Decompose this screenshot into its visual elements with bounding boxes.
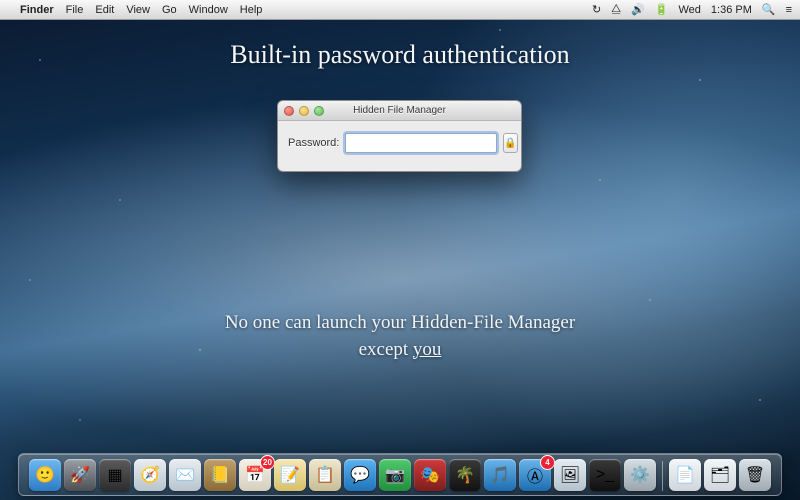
desktop: Finder File Edit View Go Window Help ↻ ⧋… xyxy=(0,0,800,500)
wallpaper-stars xyxy=(0,0,800,500)
dock-app-iphoto[interactable]: 🌴 xyxy=(449,459,481,491)
overlay-headline: Built-in password authentication xyxy=(0,40,800,70)
menu-help[interactable]: Help xyxy=(240,4,263,16)
menubar-left: Finder File Edit View Go Window Help xyxy=(8,4,274,16)
dock-app-terminal[interactable]: >_ xyxy=(589,459,621,491)
dock-app-mail[interactable]: ✉️ xyxy=(169,459,201,491)
clock-time[interactable]: 1:36 PM xyxy=(711,4,752,16)
notification-center-icon[interactable]: ≡ xyxy=(786,4,792,16)
dock-app-itunes[interactable]: 🎵 xyxy=(484,459,516,491)
dock-container: 🙂🚀▦🧭✉️📒📅📝📋💬📷🎭🌴🎵Ⓐ🖼>_⚙️ 📄🗂🗑 xyxy=(18,453,782,496)
spotlight-icon[interactable]: 🔍 xyxy=(762,3,776,16)
auth-window-body: Password: 🔒 xyxy=(278,121,521,171)
auth-window-titlebar[interactable]: Hidden File Manager xyxy=(278,101,521,121)
menu-window[interactable]: Window xyxy=(189,4,228,16)
auth-window-title: Hidden File Manager xyxy=(278,105,521,116)
dock-app-finder[interactable]: 🙂 xyxy=(29,459,61,491)
dock-app-preview[interactable]: 🖼 xyxy=(554,459,586,491)
menubar-app-name[interactable]: Finder xyxy=(20,4,54,16)
menu-view[interactable]: View xyxy=(126,4,150,16)
dock-app-notes[interactable]: 📝 xyxy=(274,459,306,491)
dock-app-appstore[interactable]: Ⓐ xyxy=(519,459,551,491)
menu-file[interactable]: File xyxy=(66,4,84,16)
dock-app-facetime[interactable]: 📷 xyxy=(379,459,411,491)
sync-icon[interactable]: ↻ xyxy=(592,3,601,16)
menu-go[interactable]: Go xyxy=(162,4,177,16)
overlay-subline-2-you: you xyxy=(413,339,442,360)
menubar-right: ↻ ⧋ 🔊 🔋 Wed 1:36 PM 🔍 ≡ xyxy=(592,3,792,16)
overlay-subline: No one can launch your Hidden-File Manag… xyxy=(0,310,800,363)
volume-icon[interactable]: 🔊 xyxy=(631,3,645,16)
overlay-subline-2: except you xyxy=(0,337,800,364)
overlay-subline-1: No one can launch your Hidden-File Manag… xyxy=(0,310,800,337)
password-label: Password: xyxy=(288,137,339,149)
battery-icon[interactable]: 🔋 xyxy=(655,3,669,16)
dock-app-photobooth[interactable]: 🎭 xyxy=(414,459,446,491)
dock-app-reminders[interactable]: 📋 xyxy=(309,459,341,491)
dock-app-launchpad[interactable]: 🚀 xyxy=(64,459,96,491)
overlay-subline-2-prefix: except xyxy=(359,339,413,360)
password-input[interactable] xyxy=(345,133,497,153)
dock: 🙂🚀▦🧭✉️📒📅📝📋💬📷🎭🌴🎵Ⓐ🖼>_⚙️ 📄🗂🗑 xyxy=(18,453,782,496)
menubar: Finder File Edit View Go Window Help ↻ ⧋… xyxy=(0,0,800,20)
dock-app-mission[interactable]: ▦ xyxy=(99,459,131,491)
dock-app-downloads[interactable]: 📄 xyxy=(669,459,701,491)
dock-app-documents[interactable]: 🗂 xyxy=(704,459,736,491)
dock-app-messages[interactable]: 💬 xyxy=(344,459,376,491)
clock-day[interactable]: Wed xyxy=(678,4,700,16)
dock-app-sysprefs[interactable]: ⚙️ xyxy=(624,459,656,491)
dock-separator xyxy=(662,461,663,491)
dock-trash[interactable]: 🗑 xyxy=(739,459,771,491)
unlock-button[interactable]: 🔒 xyxy=(503,133,517,153)
menu-edit[interactable]: Edit xyxy=(95,4,114,16)
lock-icon: 🔒 xyxy=(504,138,516,149)
dock-app-calendar[interactable]: 📅 xyxy=(239,459,271,491)
auth-window: Hidden File Manager Password: 🔒 xyxy=(277,100,522,172)
wifi-icon[interactable]: ⧋ xyxy=(611,3,621,16)
dock-app-safari[interactable]: 🧭 xyxy=(134,459,166,491)
dock-app-contacts[interactable]: 📒 xyxy=(204,459,236,491)
